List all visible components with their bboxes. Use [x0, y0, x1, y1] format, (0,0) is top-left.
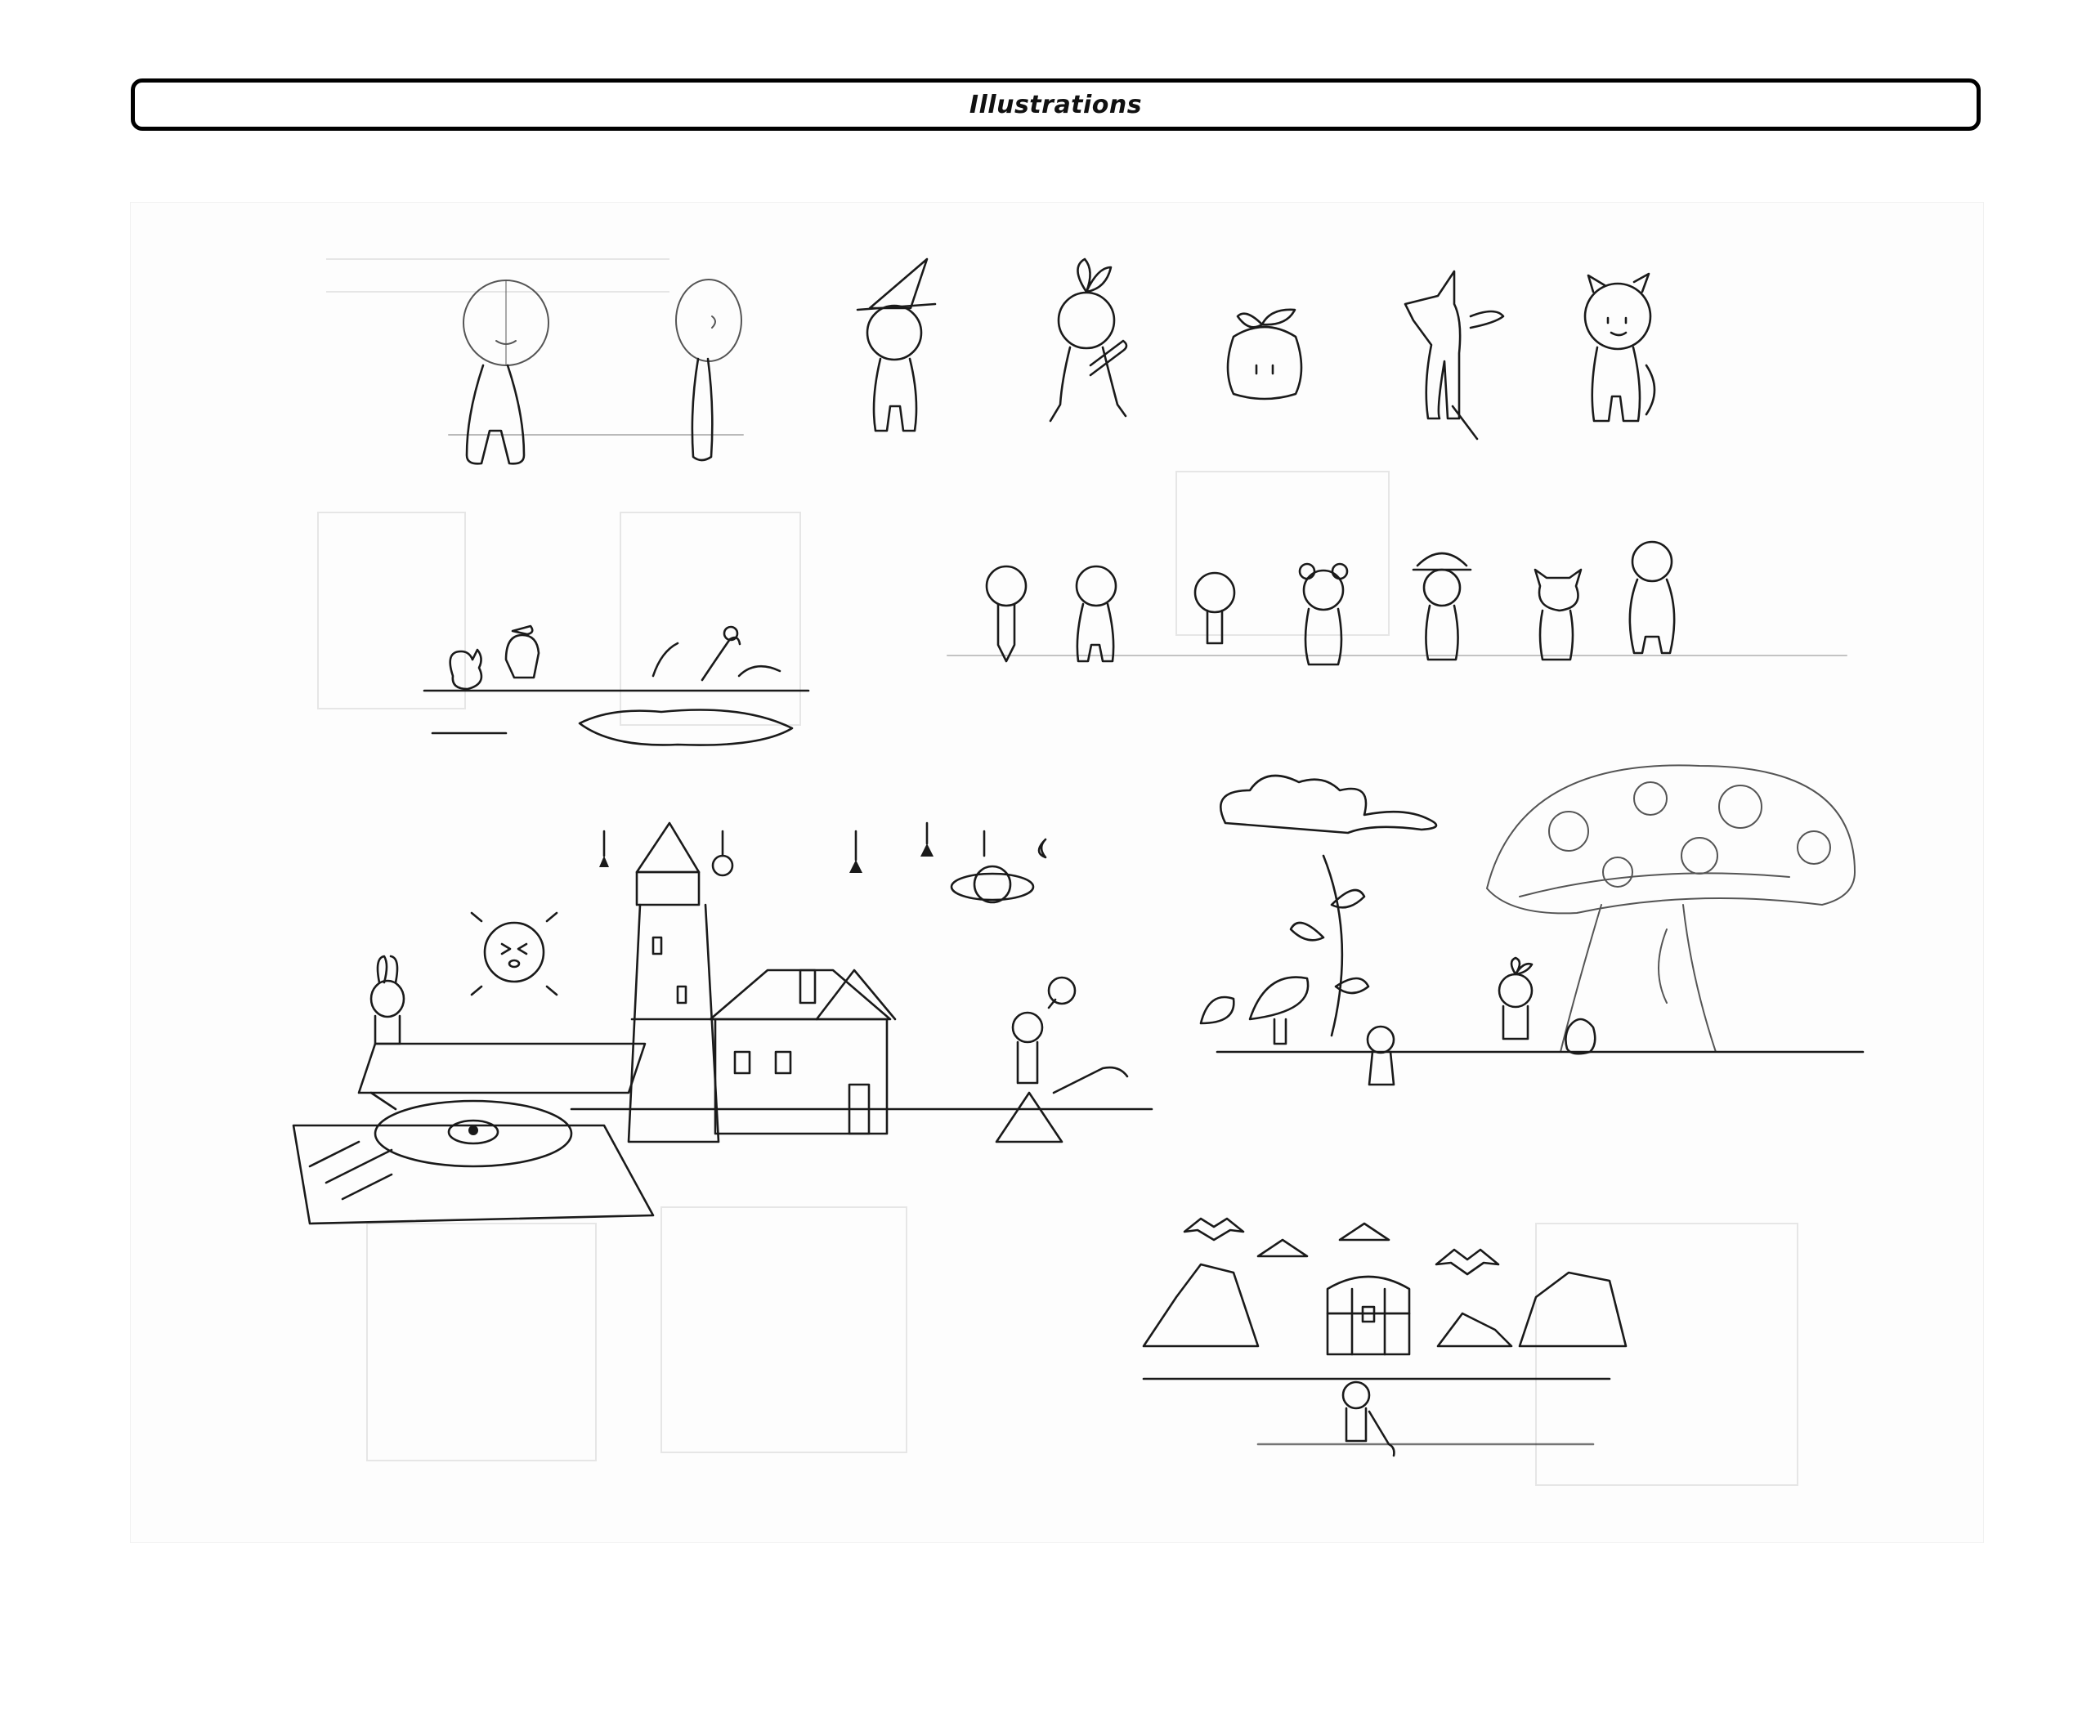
treasure-chest — [1326, 1275, 1411, 1356]
page-title: Illustrations — [969, 90, 1143, 119]
frying-pan-egg — [292, 1099, 655, 1225]
lineup-cat-figure — [1534, 568, 1583, 661]
giant-mushroom — [1486, 764, 1856, 1053]
title-bar: Illustrations — [131, 78, 1981, 131]
lineup-figure-3 — [1193, 571, 1236, 645]
ghost-marks — [317, 258, 1798, 1486]
lineup-figure-2 — [1075, 565, 1117, 663]
lighthouse-village-scene — [292, 821, 1153, 1225]
mushroom-forest-scene — [1199, 764, 1865, 1086]
hanging-decorations — [599, 821, 1047, 904]
small-mushrooms — [1199, 976, 1310, 1045]
side-view-figure — [675, 279, 742, 462]
front-view-figure — [463, 280, 549, 465]
sketch-drawing — [292, 257, 1865, 1486]
kid-with-speech-bubble — [1011, 976, 1077, 1085]
leaf-blob-creature — [1226, 308, 1303, 400]
character-lineup — [947, 540, 1847, 666]
witch-figure — [856, 257, 937, 432]
winged-dragon-creature — [1404, 270, 1505, 441]
cloud — [1220, 774, 1438, 834]
sprout-creatures — [1366, 956, 1596, 1086]
beanstalk-plant — [1289, 854, 1370, 1037]
cat-kid-figure — [1583, 272, 1656, 423]
tent — [995, 1091, 1063, 1143]
sketchbook-page — [130, 202, 1984, 1543]
meadow-scene — [423, 624, 810, 746]
lighthouse — [627, 821, 720, 1143]
sun-creature — [470, 911, 558, 996]
lineup-cowboy-figure — [1412, 552, 1472, 661]
treasure-cave-scene — [1142, 1217, 1628, 1457]
lineup-bear-figure — [1298, 562, 1349, 666]
character-turnarounds — [448, 257, 1656, 465]
bats — [1183, 1217, 1500, 1276]
lineup-figure-7 — [1628, 540, 1676, 655]
sprout-walker-figure — [1049, 257, 1128, 423]
lineup-figure-1 — [985, 565, 1028, 663]
